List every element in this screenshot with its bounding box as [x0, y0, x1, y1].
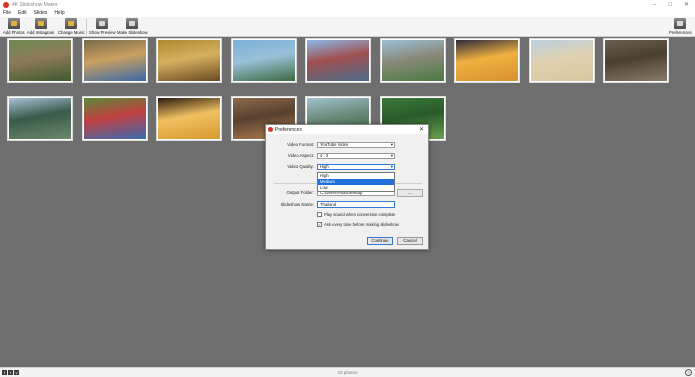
add-photos-icon [7, 18, 20, 29]
dialog-app-icon [268, 127, 273, 132]
video-format-label: Video Format: [287, 142, 314, 147]
cancel-button[interactable]: Cancel [397, 237, 423, 245]
change-music-button[interactable]: Change Music [58, 18, 85, 36]
photo-image [158, 98, 220, 139]
video-aspect-label: Video Aspect: [287, 153, 314, 158]
slideshow-name-field[interactable]: Thailand [317, 201, 395, 208]
menu-bar: File Edit Slides Help [0, 9, 695, 17]
photo-thumbnail[interactable] [603, 38, 669, 83]
help-icon[interactable]: ? [685, 369, 692, 376]
music-icon [65, 18, 78, 29]
window-controls: – □ ✕ [653, 0, 689, 9]
photo-thumbnail[interactable] [528, 38, 595, 83]
photo-image [605, 40, 667, 81]
change-music-label: Change Music [58, 30, 85, 35]
photo-thumbnail[interactable] [230, 38, 297, 83]
photo-image [9, 40, 71, 81]
photo-count: 15 photos [337, 370, 358, 375]
slideshow-name-label: Slideshow Name: [280, 202, 314, 207]
ask-every-time-checkbox[interactable]: ✓ [317, 222, 322, 227]
photo-image [232, 40, 295, 81]
title-bar: 4K Slideshow Maker – □ ✕ [0, 0, 695, 9]
photo-image [83, 40, 146, 81]
photo-image [158, 40, 220, 81]
quality-option-low[interactable]: Low [318, 185, 394, 191]
preferences-label: Preferences [669, 30, 692, 35]
preferences-button[interactable]: Preferences [669, 18, 692, 36]
photo-thumbnail[interactable] [81, 38, 148, 83]
photo-image [530, 40, 593, 81]
make-slideshow-label: Make Slideshow [117, 30, 148, 35]
window-title: 4K Slideshow Maker [12, 1, 58, 8]
play-sound-option[interactable]: Play sound when conversion complete [317, 212, 395, 217]
slideshow-icon [126, 18, 139, 29]
preview-icon [96, 18, 109, 29]
minimize-icon[interactable]: – [653, 2, 656, 8]
play-sound-checkbox[interactable] [317, 212, 322, 217]
menu-help[interactable]: Help [54, 10, 64, 16]
photo-thumbnail[interactable] [7, 38, 73, 83]
video-quality-label: Video Quality: [287, 164, 314, 169]
make-slideshow-button[interactable]: Make Slideshow [117, 18, 148, 36]
app-logo-icon [3, 1, 9, 8]
output-folder-label: Output Folder: [286, 190, 314, 195]
continue-button[interactable]: Continue [367, 237, 393, 245]
preferences-dialog: Preferences ✕ Video Format: YouTube Vide… [265, 124, 429, 250]
preferences-icon [674, 18, 687, 29]
maximize-icon[interactable]: □ [668, 2, 672, 8]
show-preview-label: Show Preview [89, 30, 116, 35]
photo-thumbnail[interactable] [379, 38, 446, 83]
video-format-select[interactable]: YouTube Video [317, 142, 395, 148]
toolbar: Add Photos Add Instagram Change Music Sh… [0, 17, 695, 37]
ask-every-time-option[interactable]: ✓ Ask every time before making slideshow [317, 222, 399, 227]
add-photos-button[interactable]: Add Photos [3, 18, 25, 36]
photo-thumbnail[interactable] [7, 96, 73, 141]
menu-edit[interactable]: Edit [18, 10, 27, 16]
add-photos-label: Add Photos [3, 30, 25, 35]
dialog-title: Preferences [275, 126, 302, 133]
photo-image [381, 40, 444, 81]
add-instagram-button[interactable]: Add Instagram [27, 18, 54, 36]
dialog-title-bar: Preferences [266, 125, 428, 134]
video-quality-dropdown: High Medium Low [317, 172, 395, 192]
photo-thumbnail[interactable] [156, 96, 222, 141]
video-quality-select[interactable]: High [317, 164, 395, 170]
video-aspect-select[interactable]: 4 : 3 [317, 153, 395, 159]
photo-image [83, 98, 146, 139]
menu-slides[interactable]: Slides [34, 10, 48, 16]
dialog-close-icon[interactable]: ✕ [419, 126, 424, 133]
add-instagram-label: Add Instagram [27, 30, 55, 35]
menu-file[interactable]: File [3, 10, 11, 16]
photo-thumbnail[interactable] [305, 38, 371, 83]
photo-thumbnail[interactable] [81, 96, 148, 141]
ask-every-time-label: Ask every time before making slideshow [324, 222, 399, 227]
play-sound-label: Play sound when conversion complete [324, 212, 396, 217]
photo-thumbnail[interactable] [454, 38, 520, 83]
close-icon[interactable]: ✕ [684, 1, 689, 8]
status-bar: f t v 15 photos ? [0, 367, 695, 377]
photo-image [9, 98, 71, 139]
photo-image [307, 40, 369, 81]
browse-button[interactable]: ... [397, 189, 423, 197]
instagram-icon [34, 18, 47, 29]
photo-image [456, 40, 518, 81]
show-preview-button[interactable]: Show Preview [89, 18, 116, 36]
toolbar-separator [86, 19, 87, 35]
photo-thumbnail[interactable] [156, 38, 222, 83]
